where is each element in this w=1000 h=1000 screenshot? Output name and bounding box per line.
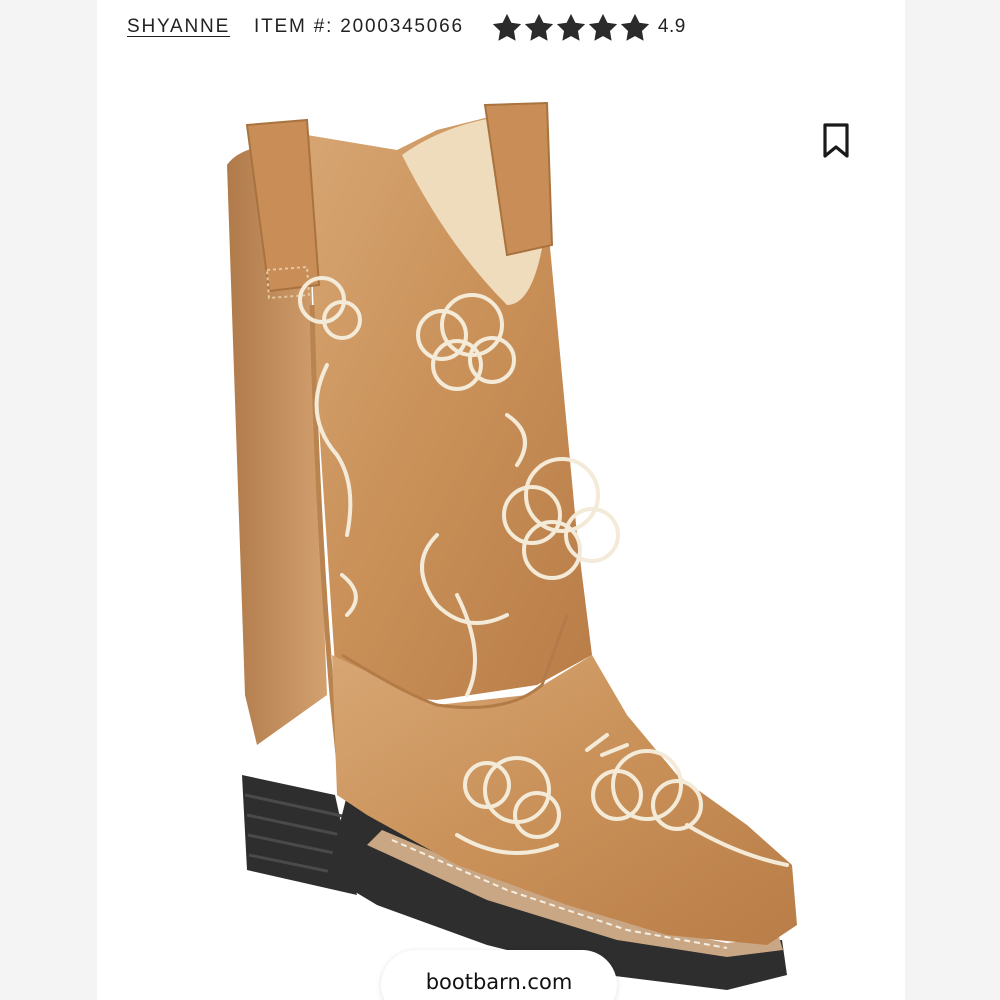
rating[interactable]: 4.9 xyxy=(492,13,686,42)
brand-link[interactable]: SHYANNE xyxy=(127,16,230,38)
watermark-pill: bootbarn.com xyxy=(381,950,617,1000)
rating-stars xyxy=(492,13,650,42)
star-icon xyxy=(492,13,522,42)
rating-value: 4.9 xyxy=(657,16,686,37)
watermark-domain: bootbarn.com xyxy=(425,970,573,994)
item-number: ITEM #: 2000345066 xyxy=(254,16,464,37)
star-icon xyxy=(620,13,650,42)
cowboy-boot-image[interactable] xyxy=(207,95,807,1000)
page-root: SHYANNE ITEM #: 2000345066 4.9 bootbarn.… xyxy=(0,0,1000,1000)
bookmark-icon xyxy=(823,123,849,158)
product-header: SHYANNE ITEM #: 2000345066 4.9 xyxy=(127,10,686,44)
star-icon xyxy=(588,13,618,42)
bookmark-button[interactable] xyxy=(821,122,851,160)
star-icon xyxy=(524,13,554,42)
star-icon xyxy=(556,13,586,42)
product-panel: SHYANNE ITEM #: 2000345066 4.9 bootbarn.… xyxy=(97,0,905,1000)
